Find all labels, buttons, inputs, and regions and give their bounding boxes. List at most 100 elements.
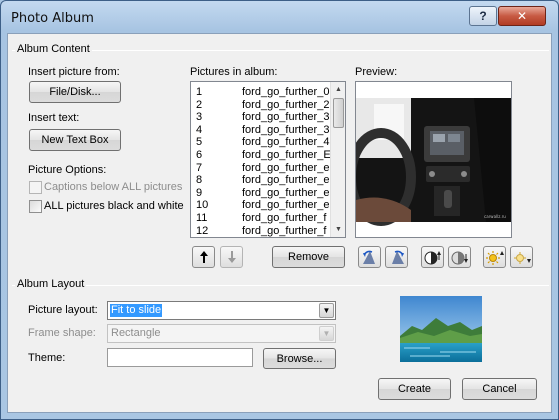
list-item[interactable]: 2 ford_go_further_2	[191, 99, 331, 112]
list-item-filename: ford_go_further_0	[242, 86, 330, 98]
brightness-up-icon	[485, 251, 504, 265]
black-white-label: ALL pictures black and white	[44, 200, 184, 212]
list-item-filename: ford_go_further_3	[242, 111, 330, 124]
contrast-down-icon	[451, 251, 468, 265]
list-item-number: 7	[196, 161, 203, 174]
move-up-button[interactable]	[192, 246, 215, 268]
list-item-filename: ford_go_further_E	[242, 149, 330, 161]
remove-button-label: Remove	[288, 251, 329, 263]
close-button[interactable]: ✕	[498, 6, 546, 26]
layout-thumbnail	[400, 296, 482, 362]
frame-shape-value: Rectangle	[111, 327, 161, 339]
list-item-number: 4	[196, 123, 203, 136]
list-item-number: 1	[196, 86, 203, 98]
title-bar[interactable]: Photo Album ? ✕	[1, 1, 558, 33]
picture-layout-label: Picture layout:	[28, 304, 98, 316]
browse-button-label: Browse...	[276, 352, 323, 365]
arrow-up-icon	[199, 251, 208, 263]
list-item-number: 11	[196, 212, 208, 224]
contrast-up-icon	[424, 251, 441, 265]
rotate-left-icon	[362, 250, 375, 264]
list-item[interactable]: 9 ford_go_further_e	[191, 187, 331, 200]
list-item[interactable]: 6 ford_go_further_E	[191, 149, 331, 162]
list-item-filename: ford_go_further_e	[242, 161, 330, 174]
preview-watermark: carwallz.ru	[484, 214, 506, 219]
pictures-listbox[interactable]: 1 ford_go_further_0 2 ford_go_further_2 3 for…	[190, 81, 346, 238]
list-item-number: 3	[196, 111, 203, 124]
captions-checkbox[interactable]	[29, 181, 42, 194]
list-item[interactable]: 10 ford_go_further_e	[191, 199, 331, 212]
create-button[interactable]: Create	[378, 378, 451, 400]
list-item[interactable]: 5 ford_go_further_4	[191, 136, 331, 149]
list-item-filename: ford_go_further_3	[242, 123, 330, 136]
cancel-button[interactable]: Cancel	[462, 378, 537, 400]
black-white-checkbox[interactable]	[29, 200, 42, 213]
chevron-down-icon[interactable]: ▼	[319, 303, 334, 318]
list-item[interactable]: 11 ford_go_further_f	[191, 212, 331, 225]
arrow-down-icon	[227, 251, 236, 263]
album-content-divider	[12, 50, 549, 51]
more-brightness-button[interactable]	[483, 246, 506, 268]
frame-shape-label: Frame shape:	[28, 327, 96, 339]
theme-input[interactable]	[107, 348, 253, 367]
dialog-body: Album Content Insert picture from: File/…	[7, 33, 552, 413]
less-brightness-button[interactable]	[510, 246, 533, 268]
list-item-filename: ford_go_further_e	[242, 174, 330, 187]
file-disk-button[interactable]: File/Disk...	[29, 81, 121, 103]
list-item[interactable]: 1 ford_go_further_0	[191, 86, 331, 99]
preview-label: Preview:	[355, 66, 398, 78]
cancel-button-label: Cancel	[482, 383, 517, 395]
list-item-filename: ford_go_further_4	[242, 136, 330, 149]
list-item-number: 9	[196, 186, 203, 199]
frame-shape-select[interactable]: Rectangle ▼	[107, 324, 336, 343]
list-item-filename: ford_go_further_f	[242, 224, 327, 237]
chevron-down-icon[interactable]: ▼	[319, 326, 334, 341]
list-item[interactable]: 7 ford_go_further_e	[191, 162, 331, 175]
insert-picture-label: Insert picture from:	[28, 66, 120, 78]
picture-options-label: Picture Options:	[28, 164, 107, 176]
list-item[interactable]: 4 ford_go_further_3	[191, 124, 331, 137]
insert-text-label: Insert text:	[28, 112, 80, 124]
list-item[interactable]: 12 ford_go_further_f	[191, 224, 331, 237]
list-item-filename: ford_go_further_e	[242, 199, 330, 212]
pictures-scrollbar[interactable]: ▲ ▼	[330, 82, 345, 237]
album-layout-divider	[12, 285, 549, 286]
preview-pane: carwallz.ru	[346, 81, 512, 238]
captions-label: Captions below ALL pictures	[44, 181, 183, 193]
remove-button[interactable]: Remove	[272, 246, 345, 268]
more-contrast-button[interactable]	[421, 246, 444, 268]
list-item-number: 12	[196, 224, 209, 237]
car-interior-preview-image: carwallz.ru	[346, 82, 511, 237]
help-button[interactable]: ?	[469, 6, 497, 26]
list-item-number: 8	[196, 174, 203, 187]
create-button-label: Create	[397, 383, 432, 395]
list-item[interactable]: 8 ford_go_further_e	[191, 174, 331, 187]
new-text-box-button[interactable]: New Text Box	[29, 129, 121, 151]
brightness-down-icon	[513, 252, 531, 264]
layout-preview-image	[400, 296, 482, 362]
list-item-number: 2	[196, 98, 203, 111]
new-text-box-button-label: New Text Box	[41, 134, 109, 146]
file-disk-button-label: File/Disk...	[49, 86, 101, 98]
browse-button[interactable]: Browse...	[263, 348, 336, 369]
list-item-number: 10	[196, 199, 209, 212]
list-item-number: 6	[196, 149, 203, 161]
album-content-heading: Album Content	[15, 43, 92, 55]
scroll-down-icon[interactable]: ▼	[332, 223, 345, 236]
picture-layout-value: Fit to slide	[110, 304, 163, 317]
list-item[interactable]: 3 ford_go_further_3	[191, 111, 331, 124]
photo-album-dialog: Photo Album ? ✕ Album Content Insert pic…	[0, 0, 559, 420]
scroll-up-icon[interactable]: ▲	[332, 83, 345, 96]
rotate-right-icon	[391, 250, 404, 264]
picture-layout-select[interactable]: Fit to slide ▼	[107, 301, 336, 320]
pictures-in-album-label: Pictures in album:	[190, 66, 278, 78]
list-item-number: 5	[196, 136, 203, 149]
album-layout-heading: Album Layout	[15, 278, 87, 290]
scroll-thumb[interactable]	[333, 98, 344, 128]
less-contrast-button[interactable]	[448, 246, 471, 268]
dialog-title: Photo Album	[11, 11, 94, 26]
rotate-left-button[interactable]	[358, 246, 381, 268]
list-item-filename: ford_go_further_f	[242, 212, 327, 224]
move-down-button[interactable]	[220, 246, 243, 268]
rotate-right-button[interactable]	[385, 246, 408, 268]
